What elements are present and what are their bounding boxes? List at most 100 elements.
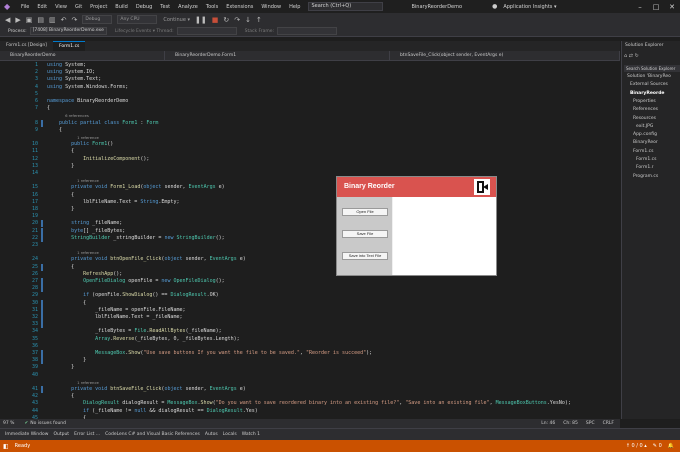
continue-button[interactable]: Continue ▾ [163,17,190,23]
code-text: InitializeComponent(); [83,155,150,162]
project-dropdown[interactable]: BinaryReorderDemo [0,51,165,60]
forward-icon[interactable]: ▶ [15,16,20,24]
line-number: 15 [31,184,38,191]
code-line: 6 references [0,112,615,119]
member-dropdown[interactable]: btnSaveFile_Click(object sender, EventAr… [390,51,620,60]
step-over-icon[interactable]: ↷ [234,16,240,24]
code-text: private void btnOpenFile_Click(object se… [71,256,246,263]
line-number: 23 [31,242,38,248]
tool-tab-error-list[interactable]: Error List ... [74,432,100,437]
solution-tree-item[interactable]: BinaryReor [633,140,658,145]
line-number: 37 [31,350,38,356]
save-into-text-file-button[interactable]: Save into Text File [342,252,388,260]
pending-changes[interactable]: ✎ 0 [653,443,662,449]
search-input[interactable]: Search (Ctrl+Q) [308,2,384,11]
home-icon[interactable]: ⌂ [624,53,627,59]
refresh-icon[interactable]: ↻ [635,53,639,59]
solution-tree-item[interactable]: Program.cs [633,174,658,179]
platform-select[interactable]: Any CPU [117,15,158,24]
menu-item-tools[interactable]: Tools [206,4,218,10]
solution-tree-item[interactable]: Form1.cs [636,157,656,162]
line-number: 9 [34,126,38,133]
back-icon[interactable]: ◀ [5,16,10,24]
menu-item-edit[interactable]: Edit [37,4,47,10]
app-insights-button[interactable]: Application Insights ▾ [503,4,556,10]
code-text: public partial class Form1 : Form [59,119,159,126]
tab-form1-design[interactable]: Form1.cs [Design] [0,41,53,51]
save-all-icon[interactable]: ▥ [49,16,56,24]
minimize-icon[interactable]: – [632,3,648,11]
redo-icon[interactable]: ↷ [72,16,78,24]
visual-studio-logo-icon[interactable]: ◆ [4,2,13,11]
tool-tab-autos[interactable]: Autos [205,432,218,437]
code-editor[interactable]: 1 using System; 2 using System.IO; 3 using Sy… [0,61,615,419]
menu-item-git[interactable]: Git [75,4,82,10]
lifecycle-events-dropdown[interactable]: Lifecycle Events ▾ Thread: [115,29,174,34]
menu-item-extensions[interactable]: Extensions [226,4,253,10]
zoom-level[interactable]: 97 % [3,421,14,426]
solution-search-input[interactable]: Search Solution Explorer [624,65,680,72]
line-number: 14 [31,170,38,176]
tab-form1-cs[interactable]: Form1.cs [52,41,86,51]
menu-item-analyze[interactable]: Analyze [178,4,198,10]
exit-icon[interactable] [474,179,490,195]
tool-tab-output[interactable]: Output [53,432,69,437]
issues-status[interactable]: No issues found [30,421,66,426]
solution-tree-item[interactable]: References [633,107,658,112]
tool-tab-immediate-window[interactable]: Immediate Window [5,432,48,437]
line-number: 12 [31,155,38,162]
menu-item-view[interactable]: View [55,4,67,10]
solution-explorer: Solution Explorer ⌂ ⇄ ↻ Search Solution … [621,41,680,419]
thread-select[interactable] [176,27,237,35]
menu-item-file[interactable]: File [21,4,29,10]
solution-tree-item[interactable]: exit.JPG [636,124,653,129]
whitespace-mode[interactable]: SPC [586,421,595,426]
sync-icon[interactable]: ⇄ [629,53,633,59]
code-text: _fileName = openFile.FileName; [95,306,186,313]
tool-tab-locals[interactable]: Locals [223,432,237,437]
line-number: 24 [31,256,38,263]
new-file-icon[interactable]: ▣ [26,16,33,24]
menu-item-build[interactable]: Build [115,4,128,10]
menu-item-debug[interactable]: Debug [136,4,152,10]
class-dropdown[interactable]: BinaryReorderDemo.Form1 [165,51,390,60]
close-icon[interactable]: ✕ [664,3,680,11]
configuration-select[interactable]: Debug [82,15,113,24]
save-icon[interactable]: ▤ [37,16,44,24]
step-into-icon[interactable]: ↓ [245,16,251,24]
account-icon[interactable]: ● [492,3,497,10]
stack-frame-select[interactable] [277,27,338,35]
menu-item-project[interactable]: Project [90,4,107,10]
code-text: StringBuilder _stringBuilder = new Strin… [71,234,225,241]
solution-tree-item[interactable]: Resources [633,116,656,121]
line-ending[interactable]: CRLF [603,421,614,426]
stop-icon[interactable]: ■ [212,16,219,24]
open-file-button[interactable]: Open File [342,208,388,216]
pause-icon[interactable]: ❚❚ [195,16,207,24]
menu-item-window[interactable]: Window [261,4,281,10]
solution-tree-item[interactable]: Solution 'BinaryReo [627,74,671,79]
solution-tree-item[interactable]: App.config [633,132,657,137]
solution-tree-item[interactable]: BinaryReorde [630,91,664,96]
process-select[interactable]: [7408] BinaryReorderDemo.exe [29,27,107,35]
form-title-bar: Binary Reorder [337,177,496,197]
tool-tab-watch-1[interactable]: Watch 1 [242,432,260,437]
solution-tree-item[interactable]: Properties [633,99,656,104]
check-icon: ✔ [24,421,29,426]
save-file-button[interactable]: Save File [342,230,388,238]
code-text: OpenFileDialog openFile = new OpenFileDi… [83,278,225,284]
line-number: 28 [31,285,38,292]
undo-icon[interactable]: ↶ [61,16,67,24]
tool-tab-codelens-c-and-visual-basic-references[interactable]: CodeLens C# and Visual Basic References [105,432,200,437]
solution-tree-item[interactable]: Form1.r [636,165,653,170]
solution-tree-item[interactable]: Form1.cs [633,149,653,154]
notifications-icon[interactable]: 🔔 [668,443,674,449]
code-text: private void btnSaveFile_Click(object se… [71,386,246,392]
restart-icon[interactable]: ↻ [223,16,229,24]
solution-tree-item[interactable]: External Sources [630,82,668,87]
step-out-icon[interactable]: ↑ [256,16,262,24]
menu-item-test[interactable]: Test [160,4,170,10]
source-control-counts[interactable]: ↑ 0 / 0 ▴ [626,443,647,449]
menu-item-help[interactable]: Help [289,4,300,10]
maximize-icon[interactable]: □ [648,3,664,11]
